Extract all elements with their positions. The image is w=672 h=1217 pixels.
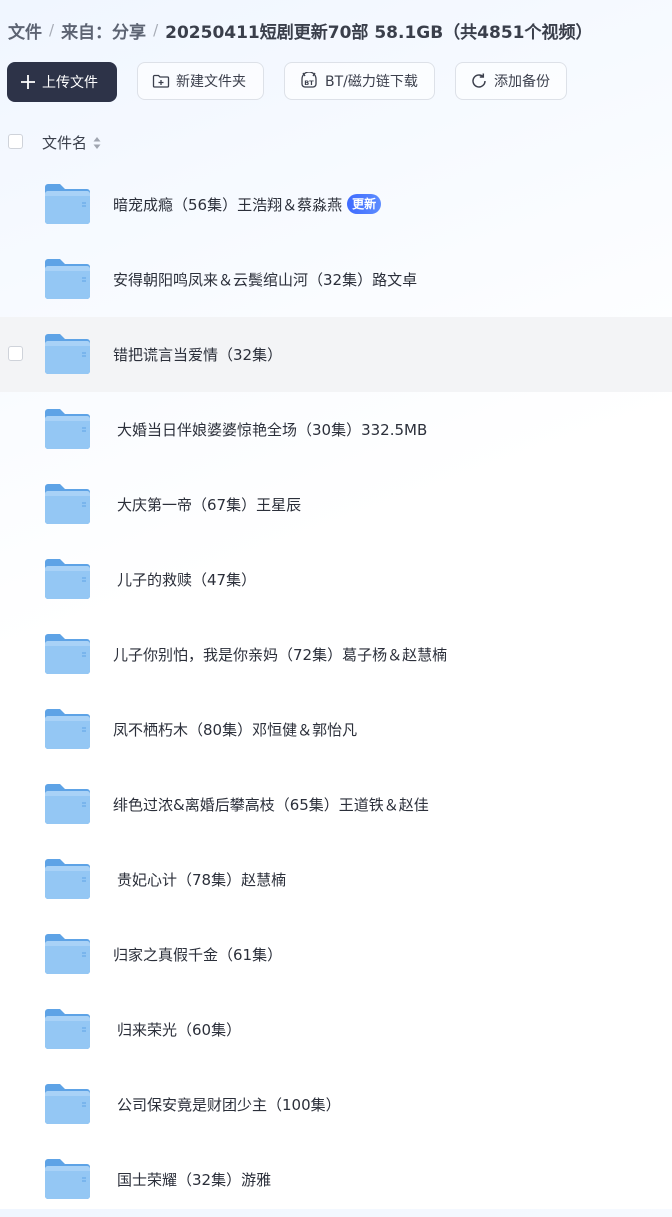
folder-icon xyxy=(44,483,91,525)
list-item-name: 儿子的救赎（47集） xyxy=(117,571,257,589)
folder-icon xyxy=(44,1158,91,1200)
bt-icon: BT xyxy=(299,72,319,90)
list-item[interactable]: 大婚当日伴娘婆婆惊艳全场（30集）332.5MB xyxy=(0,392,672,467)
list-item-name: 绯色过浓&离婚后攀高枝（65集）王道铁＆赵佳 xyxy=(113,796,429,814)
add-backup-button-label: 添加备份 xyxy=(494,74,550,90)
list-header: 文件名 xyxy=(0,128,672,156)
folder-icon xyxy=(44,783,91,825)
list-item[interactable]: 儿子你别怕，我是你亲妈（72集）葛子杨＆赵慧楠 xyxy=(0,617,672,692)
sort-icon[interactable] xyxy=(92,135,102,154)
folder-icon xyxy=(44,408,91,450)
upload-button[interactable]: 上传文件 xyxy=(7,62,117,102)
bt-download-button[interactable]: BT BT/磁力链下载 xyxy=(284,62,435,100)
list-item-name: 大庆第一帝（67集）王星辰 xyxy=(117,496,302,514)
list-item-name: 暗宠成瘾（56集）王浩翔＆蔡淼燕 更新 xyxy=(113,194,382,215)
list-item-name: 大婚当日伴娘婆婆惊艳全场（30集）332.5MB xyxy=(117,421,428,439)
folder-icon xyxy=(44,858,91,900)
folder-icon xyxy=(44,183,91,225)
new-folder-button-label: 新建文件夹 xyxy=(176,74,246,90)
breadcrumb: 文件 / 来自：分享 / 20250411短剧更新70部 58.1GB（共485… xyxy=(8,17,593,43)
list-item-name: 归来荣光（60集） xyxy=(117,1021,242,1039)
list-item-name: 儿子你别怕，我是你亲妈（72集）葛子杨＆赵慧楠 xyxy=(113,646,448,664)
list-item[interactable]: 大庆第一帝（67集）王星辰 xyxy=(0,467,672,542)
toolbar: 上传文件 新建文件夹 BT BT/磁力链下载 添加备份 xyxy=(7,62,567,102)
list-item-name: 安得朝阳鸣凤来＆云鬓绾山河（32集）路文卓 xyxy=(113,271,418,289)
folder-icon xyxy=(44,333,91,375)
new-folder-button[interactable]: 新建文件夹 xyxy=(137,62,264,100)
list-item-name: 归家之真假千金（61集） xyxy=(113,946,283,964)
sync-icon xyxy=(470,72,488,90)
folder-icon xyxy=(44,633,91,675)
breadcrumb-root[interactable]: 文件 xyxy=(8,18,42,43)
folder-icon xyxy=(44,933,91,975)
update-badge: 更新 xyxy=(347,194,382,214)
select-all-checkbox[interactable] xyxy=(8,134,23,149)
list-item[interactable]: 归家之真假千金（61集） xyxy=(0,917,672,992)
list-item[interactable]: 暗宠成瘾（56集）王浩翔＆蔡淼燕 更新 xyxy=(0,167,672,242)
folder-icon xyxy=(44,1008,91,1050)
list-item[interactable]: 安得朝阳鸣凤来＆云鬓绾山河（32集）路文卓 xyxy=(0,242,672,317)
list-item[interactable]: 凤不栖朽木（80集）邓恒健＆郭怡凡 xyxy=(0,692,672,767)
row-checkbox[interactable] xyxy=(8,346,23,361)
list-item[interactable]: 绯色过浓&离婚后攀高枝（65集）王道铁＆赵佳 xyxy=(0,767,672,842)
list-item-name: 凤不栖朽木（80集）邓恒健＆郭怡凡 xyxy=(113,721,358,739)
list-item[interactable]: 归来荣光（60集） xyxy=(0,992,672,1067)
folder-plus-icon xyxy=(152,73,170,89)
breadcrumb-current: 20250411短剧更新70部 58.1GB（共4851个视频） xyxy=(165,22,593,43)
column-header-name[interactable]: 文件名 xyxy=(42,132,87,153)
upload-button-label: 上传文件 xyxy=(42,75,98,91)
breadcrumb-parent[interactable]: 来自：分享 xyxy=(61,18,146,43)
folder-icon xyxy=(44,708,91,750)
list-item-name: 公司保安竟是财团少主（100集） xyxy=(117,1096,341,1114)
add-backup-button[interactable]: 添加备份 xyxy=(455,62,567,100)
plus-icon xyxy=(20,74,36,90)
file-list: 暗宠成瘾（56集）王浩翔＆蔡淼燕 更新 安得朝阳鸣凤来＆云鬓绾山河（32集）路文卓… xyxy=(0,167,672,1217)
list-item[interactable]: 儿子的救赎（47集） xyxy=(0,542,672,617)
list-item[interactable]: 公司保安竟是财团少主（100集） xyxy=(0,1067,672,1142)
breadcrumb-separator: / xyxy=(49,21,55,39)
list-item[interactable]: 国士荣耀（32集）游雅 xyxy=(0,1142,672,1217)
list-item-name: 错把谎言当爱情（32集） xyxy=(113,346,283,364)
folder-icon xyxy=(44,558,91,600)
breadcrumb-separator: / xyxy=(153,21,159,39)
svg-text:BT: BT xyxy=(304,79,314,87)
folder-icon xyxy=(44,1083,91,1125)
list-item-name: 国士荣耀（32集）游雅 xyxy=(117,1171,272,1189)
list-item[interactable]: 错把谎言当爱情（32集） xyxy=(0,317,672,392)
list-item[interactable]: 贵妃心计（78集）赵慧楠 xyxy=(0,842,672,917)
list-item-name: 贵妃心计（78集）赵慧楠 xyxy=(117,871,287,889)
bt-download-button-label: BT/磁力链下载 xyxy=(325,74,418,90)
folder-icon xyxy=(44,258,91,300)
